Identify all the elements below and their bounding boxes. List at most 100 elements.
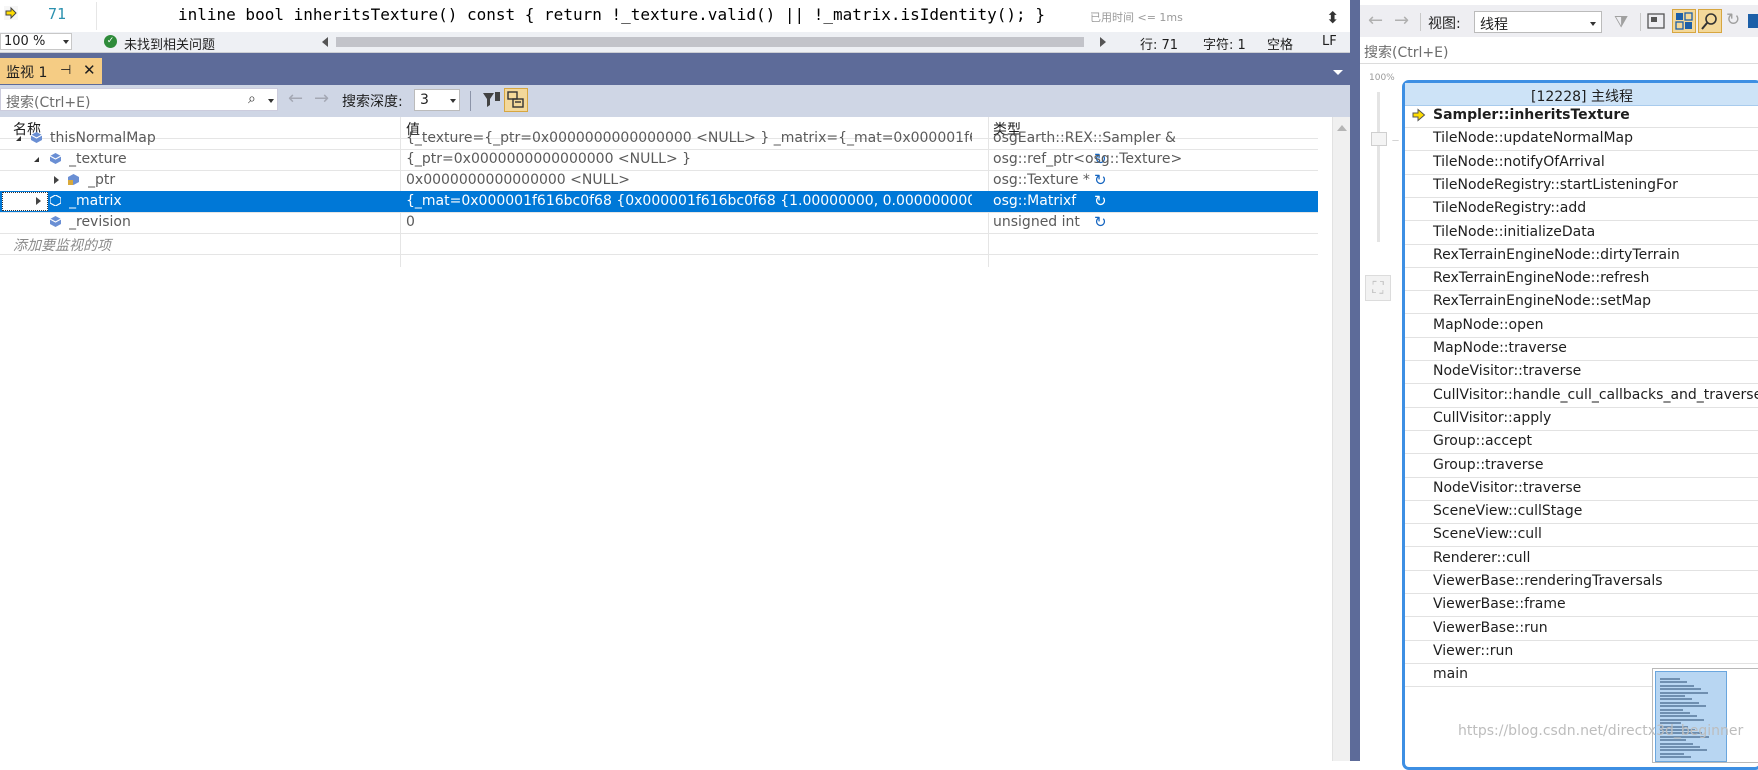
stack-frame[interactable]: ViewerBase::renderingTraversals [1405,571,1758,594]
stack-frame-label: TileNode::updateNormalMap [1433,130,1634,147]
thread-stack-box[interactable]: [12228] 主线程 Sampler::inheritsTextureTile… [1402,80,1758,770]
auto-scroll-toggle[interactable] [1698,9,1722,33]
stack-frame[interactable]: Sampler::inheritsTexture [1405,105,1758,128]
stack-frame[interactable]: MapNode::traverse [1405,338,1758,361]
row-value[interactable]: {_mat=0x000001f616bc0f68 {0x000001f616bc… [406,193,972,209]
stack-frame[interactable]: Group::traverse [1405,455,1758,478]
chevron-down-icon[interactable] [268,99,274,103]
search-depth-dropdown[interactable]: 3 [414,89,460,111]
minimap-line [1660,705,1706,708]
whitespace-mode[interactable]: 空格 [1267,34,1293,53]
show-external-code-toggle[interactable] [1672,9,1696,33]
stack-frame[interactable]: Group::accept [1405,431,1758,455]
close-icon[interactable]: ✕ [83,61,96,79]
search-depth-value: 3 [420,92,429,108]
row-value[interactable]: {_texture={_ptr=0x0000000000000000 <NULL… [406,130,972,146]
zoom-slider[interactable]: 100% — [1365,70,1399,260]
watermark: https://blog.csdn.net/directx3d_beginner [1458,723,1744,739]
issues-status[interactable]: 未找到相关问题 [124,34,215,53]
fit-to-view-button[interactable]: ⛶ [1365,275,1391,301]
scroll-right-icon[interactable] [1100,37,1106,47]
scroll-up-icon[interactable] [1337,125,1347,131]
expand-icon[interactable] [54,176,59,184]
line-ending[interactable]: LF [1322,34,1337,49]
forward-arrow-icon[interactable]: → [1394,10,1409,31]
stack-frame[interactable]: CullVisitor::handle_cull_callbacks_and_t… [1405,385,1758,408]
code-editor-strip[interactable]: 71 inline bool inheritsTexture() const {… [0,0,1350,33]
stack-frame[interactable]: MapNode::open [1405,315,1758,338]
stack-frame[interactable]: SceneView::cullStage [1405,501,1758,525]
stack-frame[interactable]: TileNode::initializeData [1405,222,1758,245]
search-icon[interactable]: ⌕ [248,91,256,107]
row-value[interactable]: 0x0000000000000000 <NULL> [406,172,972,188]
field-cube-icon [50,216,61,227]
minimap-viewport[interactable] [1655,671,1727,762]
stack-frame[interactable]: NodeVisitor::traverse [1405,361,1758,385]
panel-menu-icon[interactable] [1333,70,1343,75]
thread-header[interactable]: [12228] 主线程 [1405,83,1758,106]
split-editor-icon[interactable]: ⬍ [1326,8,1339,27]
zoom-thumb[interactable] [1371,132,1387,146]
stack-frame[interactable]: Renderer::cull [1405,548,1758,571]
thread-title: [12228] 主线程 [1531,89,1633,105]
horizontal-scrollbar[interactable] [336,37,1084,47]
stack-search-input[interactable]: 搜索(Ctrl+E) [1364,42,1448,62]
focus-rect [2,192,48,211]
collapse-icon[interactable] [16,136,21,141]
zoom-dropdown[interactable]: 100 % [0,33,72,50]
stack-frame[interactable]: TileNodeRegistry::add [1405,198,1758,222]
watch-row-matrix[interactable]: _matrix {_mat=0x000001f616bc0f68 {0x0000… [0,191,1318,213]
minimap-line [1660,708,1683,711]
watch-row-texture[interactable]: _texture {_ptr=0x0000000000000000 <NULL>… [0,149,1318,171]
refresh-icon[interactable]: ↻ [1726,10,1740,30]
variable-cube-icon [31,132,42,143]
add-watch-row[interactable]: 添加要监视的项 [0,233,1318,255]
zoom-track[interactable] [1377,92,1380,242]
row-value[interactable]: {_ptr=0x0000000000000000 <NULL> } [406,151,972,167]
stack-frame[interactable]: RexTerrainEngineNode::dirtyTerrain [1405,245,1758,268]
stack-frame[interactable]: RexTerrainEngineNode::setMap [1405,291,1758,315]
stack-frame[interactable]: TileNode::updateNormalMap [1405,128,1758,152]
view-dropdown[interactable]: 线程 [1474,11,1602,33]
expand-icon[interactable] [36,197,41,205]
watch-toolbar: 搜索(Ctrl+E) ⌕ ← → 搜索深度: 3 [0,85,1350,117]
forward-arrow-icon[interactable]: → [314,88,329,109]
stack-frame-label: RexTerrainEngineNode::refresh [1433,270,1650,287]
watch-row-thisNormalMap[interactable]: thisNormalMap {_texture={_ptr=0x00000000… [0,128,1318,150]
filter-pin-icon[interactable] [480,89,502,111]
stack-frame-label: CullVisitor::apply [1433,409,1552,426]
code-text[interactable]: inline bool inheritsTexture() const { re… [178,5,1045,24]
collapse-icon[interactable] [34,157,39,162]
back-arrow-icon[interactable]: ← [1368,10,1383,31]
watch-row-ptr[interactable]: _ptr 0x0000000000000000 <NULL> ↻ osg::Te… [0,170,1318,192]
watch-search-input[interactable]: 搜索(Ctrl+E) ⌕ [0,88,278,111]
minimap-line [1660,698,1692,701]
panel-splitter[interactable] [1350,0,1360,761]
execution-pointer-icon [4,6,18,20]
check-circle-icon: ✓ [104,35,117,48]
stack-frame[interactable]: SceneView::cull [1405,524,1758,548]
watch-grid[interactable]: 名称 值 类型 thisNormalMap {_texture={_ptr=0x… [0,117,1332,761]
diagram-minimap[interactable] [1652,668,1758,763]
parallel-stacks-toolbar: ← → 视图: 线程 ⧩ ↻ [1360,5,1758,37]
add-watch-placeholder[interactable]: 添加要监视的项 [13,235,393,255]
scroll-left-icon[interactable] [322,37,328,47]
stack-frame[interactable]: Viewer::run [1405,641,1758,664]
watch-row-revision[interactable]: _revision 0 ↻ unsigned int [0,212,1318,234]
tab-watch-1[interactable]: 监视 1 ⊣ ✕ [0,58,102,84]
stack-frame[interactable]: TileNode::notifyOfArrival [1405,152,1758,175]
stack-frame[interactable]: ViewerBase::run [1405,618,1758,641]
hex-display-toggle[interactable] [504,88,528,112]
save-icon[interactable] [1748,14,1758,28]
stack-frame[interactable]: ViewerBase::frame [1405,594,1758,618]
pin-icon[interactable]: ⊣ [60,63,71,78]
stack-frame[interactable]: TileNodeRegistry::startListeningFor [1405,175,1758,198]
toggle-method-view-icon[interactable] [1646,11,1666,31]
vertical-scrollbar[interactable] [1332,117,1351,761]
stack-frame[interactable]: CullVisitor::apply [1405,408,1758,431]
stack-frame[interactable]: NodeVisitor::traverse [1405,478,1758,501]
stack-frame[interactable]: RexTerrainEngineNode::refresh [1405,268,1758,292]
filter-icon[interactable]: ⧩ [1614,12,1628,32]
back-arrow-icon[interactable]: ← [288,88,303,109]
row-value[interactable]: 0 [406,214,972,230]
